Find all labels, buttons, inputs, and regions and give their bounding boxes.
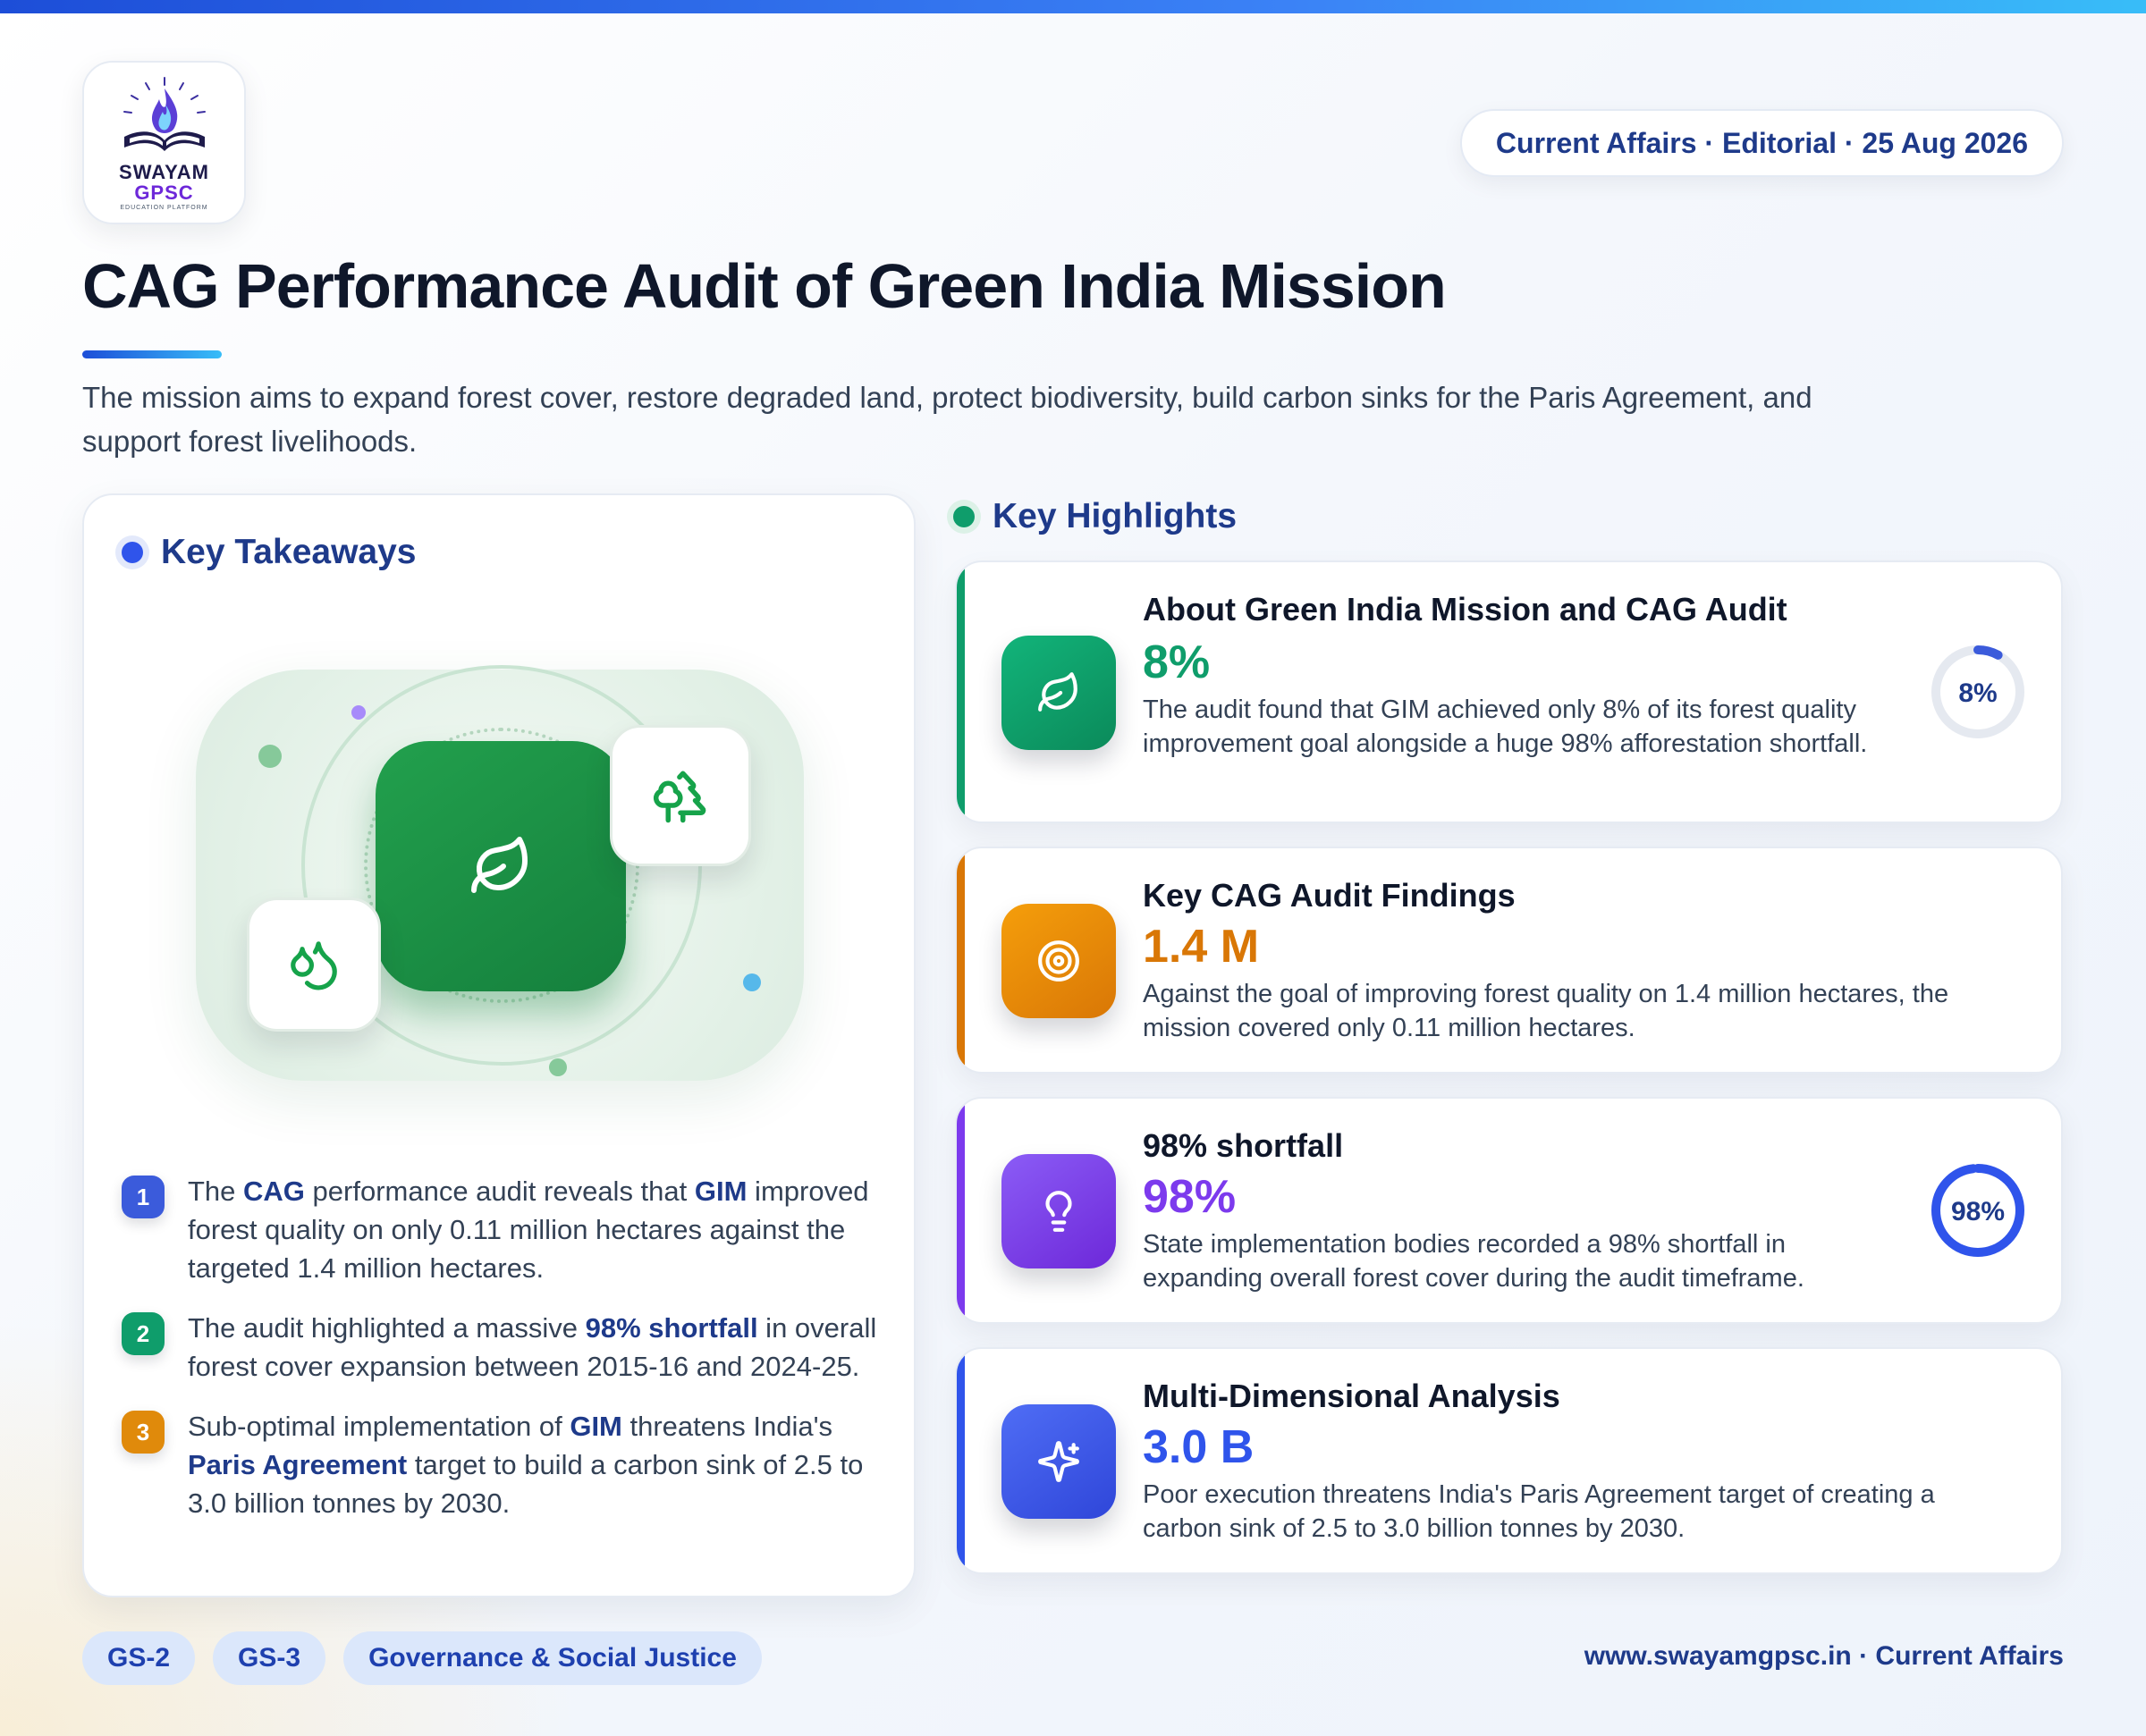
- takeaway-highlight: CAG: [243, 1176, 305, 1207]
- date-pill: Current Affairs · Editorial · 25 Aug 202…: [1459, 109, 2064, 177]
- takeaway-text-segment: performance audit reveals that: [304, 1176, 695, 1207]
- highlight-card-gim-audit: About Green India Mission and CAG Audit …: [955, 560, 2063, 823]
- takeaway-highlight: GIM: [694, 1176, 748, 1207]
- hero-illustration: [196, 665, 804, 1081]
- logo-tagline: EDUCATION PLATFORM: [120, 205, 208, 211]
- logo-flame-book-icon: [123, 77, 206, 151]
- decor-dot: [258, 745, 282, 768]
- card-stat: 3.0 B: [1143, 1421, 1255, 1473]
- card-stat: 8%: [1143, 636, 1211, 688]
- heading-dot-icon: [122, 542, 143, 563]
- card-title: 98% shortfall: [1143, 1127, 1344, 1164]
- trees-icon: [654, 771, 706, 823]
- highlight-card-shortfall: 98% shortfall 98% State implementation b…: [955, 1097, 2063, 1324]
- leaf-icon: [1038, 672, 1077, 712]
- card-accent-bar: [957, 848, 965, 1072]
- takeaway-text-segment: The audit highlighted a massive: [188, 1312, 586, 1344]
- gauge-label: 8%: [1958, 678, 1997, 708]
- takeaway-item: 3 Sub-optimal implementation of GIM threa…: [122, 1407, 882, 1522]
- card-description: The audit found that GIM achieved only 8…: [1143, 695, 1868, 758]
- key-takeaways-card: Key Takeaways 1 The CAG performance audi…: [82, 493, 916, 1597]
- leaf-icon: [471, 837, 528, 893]
- card-title: Key CAG Audit Findings: [1143, 877, 1516, 914]
- takeaway-text-segment: The: [188, 1176, 244, 1207]
- takeaway-text: Sub-optimal implementation of GIM threat…: [188, 1407, 882, 1522]
- logo-wordmark: SWAYAM: [119, 161, 209, 183]
- tag-governance[interactable]: Governance & Social Justice: [343, 1631, 762, 1685]
- decor-dot: [549, 1058, 567, 1076]
- lightbulb-icon: [1045, 1191, 1072, 1232]
- card-stat: 1.4 M: [1143, 921, 1260, 973]
- takeaway-text-segment: Sub-optimal implementation of: [188, 1411, 570, 1442]
- gauge-label: 98%: [1951, 1197, 2005, 1226]
- progress-gauge-98: 98%: [1931, 1164, 2024, 1257]
- card-icon-tile: [1001, 1404, 1116, 1519]
- takeaway-text: The CAG performance audit reveals that G…: [188, 1172, 882, 1287]
- highlight-card-analysis: Multi-Dimensional Analysis 3.0 B Poor ex…: [955, 1347, 2063, 1574]
- key-highlights-label: Key Highlights: [993, 497, 1238, 535]
- card-icon-tile: [1001, 1154, 1116, 1268]
- card-title: Multi-Dimensional Analysis: [1143, 1378, 1560, 1414]
- trees-tile: [610, 725, 751, 866]
- sparkles-icon: [1038, 1441, 1079, 1482]
- card-description: Poor execution threatens India's Paris A…: [1143, 1480, 1935, 1543]
- card-stat: 98%: [1143, 1171, 1237, 1223]
- card-description: Against the goal of improving forest qua…: [1143, 980, 1949, 1042]
- key-highlights-heading: Key Highlights: [953, 497, 1237, 536]
- takeaway-highlight: Paris Agreement: [188, 1449, 408, 1480]
- heading-dot-icon: [953, 506, 975, 527]
- tag-gs2[interactable]: GS-2: [82, 1631, 196, 1685]
- card-accent-bar: [957, 562, 965, 822]
- decor-dot: [351, 705, 366, 720]
- takeaway-highlight: GIM: [570, 1411, 622, 1442]
- leaf-tile: [376, 741, 626, 991]
- takeaway-number-badge: 1: [122, 1176, 165, 1218]
- highlight-card-audit-findings: Key CAG Audit Findings 1.4 M Against the…: [955, 847, 2063, 1074]
- title-underline: [82, 350, 222, 358]
- takeaways-list: 1 The CAG performance audit reveals that …: [122, 1172, 882, 1544]
- target-icon: [1038, 940, 1079, 982]
- card-title: About Green India Mission and CAG Audit: [1143, 591, 1787, 628]
- key-takeaways-label: Key Takeaways: [161, 533, 417, 571]
- takeaway-item: 1 The CAG performance audit reveals that …: [122, 1172, 882, 1287]
- card-accent-bar: [957, 1099, 965, 1322]
- takeaway-text-segment: threatens India's: [621, 1411, 833, 1442]
- site-footer-link[interactable]: www.swayamgpsc.in · Current Affairs: [1584, 1641, 2064, 1672]
- takeaway-item: 2 The audit highlighted a massive 98% sho…: [122, 1309, 882, 1386]
- card-icon-tile: [1001, 904, 1116, 1018]
- decor-dot: [743, 973, 761, 991]
- page-title: CAG Performance Audit of Green India Mis…: [82, 251, 1447, 321]
- brand-logo[interactable]: SWAYAM GPSC EDUCATION PLATFORM: [82, 61, 246, 224]
- takeaway-text: The audit highlighted a massive 98% shor…: [188, 1309, 882, 1386]
- takeaway-highlight: 98% shortfall: [585, 1312, 758, 1344]
- tag-gs3[interactable]: GS-3: [213, 1631, 326, 1685]
- card-description: State implementation bodies recorded a 9…: [1143, 1230, 1804, 1293]
- takeaway-number-badge: 3: [122, 1411, 165, 1454]
- topic-tags: GS-2 GS-3 Governance & Social Justice: [82, 1631, 762, 1685]
- card-icon-tile: [1001, 636, 1116, 750]
- logo-wordmark-secondary: GPSC: [134, 181, 194, 204]
- intro-paragraph: The mission aims to expand forest cover,…: [82, 381, 1812, 458]
- droplets-icon: [291, 941, 337, 990]
- top-accent-bar: [0, 0, 2146, 13]
- key-takeaways-heading: Key Takeaways: [122, 533, 416, 572]
- card-accent-bar: [957, 1349, 965, 1572]
- progress-gauge-8: 8%: [1931, 645, 2024, 738]
- takeaway-number-badge: 2: [122, 1312, 165, 1355]
- droplets-tile: [247, 897, 381, 1032]
